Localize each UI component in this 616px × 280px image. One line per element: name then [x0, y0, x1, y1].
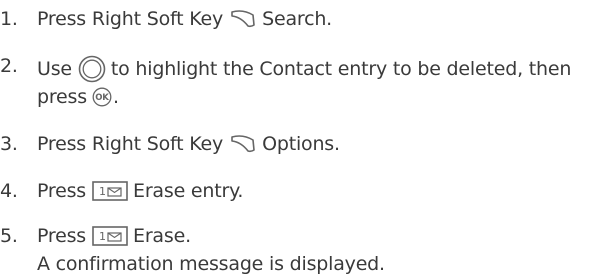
step-text: press: [37, 86, 87, 108]
key-1-label: 1: [99, 230, 106, 243]
step-text-suffix: Erase entry.: [133, 180, 244, 202]
step-text-suffix: .: [112, 86, 119, 108]
key-1-icon: 1: [92, 181, 128, 201]
navigation-key-icon: [78, 55, 106, 83]
step-number: 1.: [0, 8, 18, 30]
key-1-label: 1: [99, 185, 106, 198]
step-text-suffix: Search.: [262, 8, 333, 30]
step-5: 5. Press 1 Erase.: [0, 225, 191, 247]
step-number: 5.: [0, 225, 18, 247]
step-text-suffix: Options.: [262, 133, 340, 155]
right-soft-key-icon: [229, 8, 257, 30]
step-number: 4.: [0, 180, 18, 202]
step-1: 1. Press Right Soft Key Search.: [0, 8, 332, 30]
step-number: 3.: [0, 133, 18, 155]
step-text-middle: to highlight the Contact entry to be del…: [110, 58, 572, 80]
ok-key-label: OK: [95, 93, 109, 103]
instruction-list: 1. Press Right Soft Key Search. 2. Use t…: [0, 0, 616, 280]
step-2-continuation: press OK .: [37, 86, 119, 108]
step-5-note: A confirmation message is displayed.: [37, 253, 385, 275]
step-number: 2.: [0, 55, 18, 77]
right-soft-key-icon: [229, 133, 257, 155]
step-text: Press: [37, 225, 87, 247]
ok-key-icon: OK: [92, 87, 112, 107]
step-2: 2. Use to highlight the Contact entry to…: [0, 55, 571, 83]
key-1-icon: 1: [92, 226, 128, 246]
step-text: Press Right Soft Key: [37, 8, 224, 30]
step-text: Use: [37, 58, 72, 80]
step-4: 4. Press 1 Erase entry.: [0, 180, 243, 202]
step-text: Press: [37, 180, 87, 202]
step-text: Press Right Soft Key: [37, 133, 224, 155]
step-text-suffix: Erase.: [133, 225, 191, 247]
step-3: 3. Press Right Soft Key Options.: [0, 133, 340, 155]
